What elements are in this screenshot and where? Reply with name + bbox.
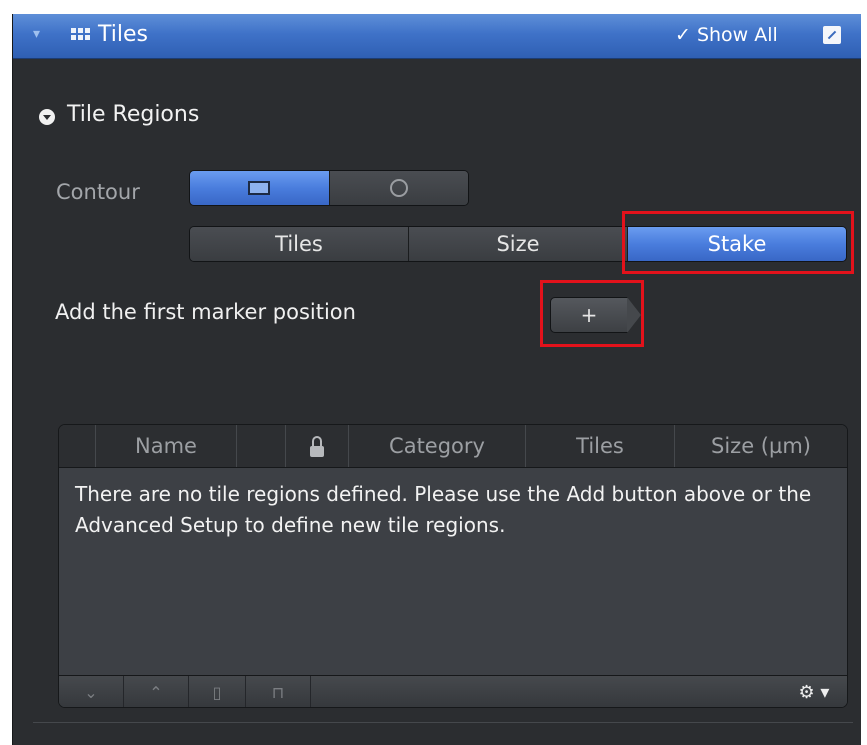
column-check[interactable]: [59, 425, 96, 467]
collapse-chevron-icon[interactable]: ▾: [33, 26, 40, 42]
column-category[interactable]: Category: [349, 425, 526, 467]
column-tiles[interactable]: Tiles: [526, 425, 675, 467]
marker-hint: Add the first marker position: [55, 300, 356, 324]
tiles-icon: [71, 28, 90, 42]
table-header: Name Category Tiles Size (µm): [59, 425, 847, 468]
panel-title: Tiles: [98, 22, 148, 47]
tab-size[interactable]: Size: [409, 227, 628, 261]
tile-regions-table: Name Category Tiles Size (µm) There are …: [58, 424, 848, 708]
contour-circle-button[interactable]: [329, 171, 468, 205]
settings-gear-icon[interactable]: ⚙ ▾: [781, 676, 847, 707]
divider: [33, 722, 853, 723]
highlight-add-button: [540, 280, 644, 347]
tab-tiles[interactable]: Tiles: [190, 227, 409, 261]
move-down-icon[interactable]: ⌄: [59, 676, 124, 707]
delete-icon[interactable]: ▯: [189, 676, 246, 707]
show-all-toggle[interactable]: ✓ Show All: [675, 24, 778, 46]
circle-icon: [389, 179, 408, 197]
rectangle-icon: [248, 181, 271, 195]
tiles-panel: ▾ Tiles ✓ Show All Tile Regions Contour …: [12, 14, 861, 745]
contour-selector: [189, 170, 469, 206]
section-title[interactable]: Tile Regions: [67, 102, 199, 127]
external-window-icon[interactable]: [823, 26, 841, 44]
column-blank[interactable]: [237, 425, 286, 467]
column-size[interactable]: Size (µm): [675, 425, 847, 467]
contour-label: Contour: [56, 180, 140, 204]
gear-dropdown: ⚙ ▾: [798, 681, 830, 703]
lock-icon: [310, 435, 324, 457]
column-lock[interactable]: [286, 425, 349, 467]
contour-rectangle-button[interactable]: [190, 171, 330, 205]
move-up-icon[interactable]: ⌃: [124, 676, 189, 707]
unlock-icon[interactable]: ⊓: [246, 676, 311, 707]
section-collapse-icon[interactable]: [39, 109, 55, 125]
table-footer: ⌄ ⌃ ▯ ⊓ ⚙ ▾: [59, 675, 847, 707]
column-name[interactable]: Name: [96, 425, 237, 467]
empty-message: There are no tile regions defined. Pleas…: [75, 482, 812, 537]
highlight-stake-tab: [622, 211, 854, 274]
panel-header[interactable]: ▾ Tiles ✓ Show All: [13, 14, 861, 59]
